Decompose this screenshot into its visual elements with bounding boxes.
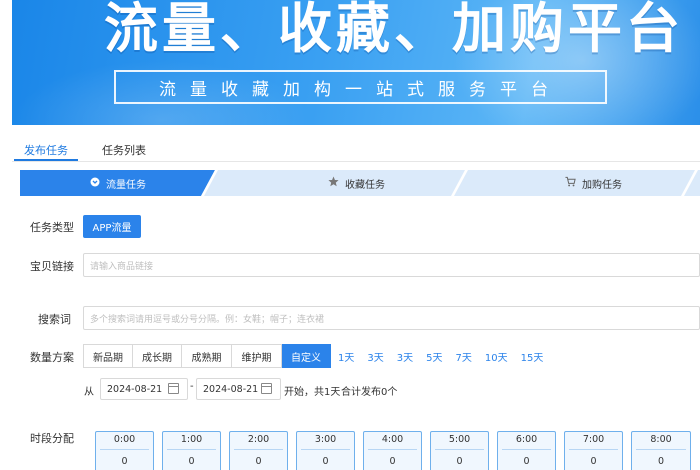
slot-time: 2:00	[247, 434, 270, 445]
keyword-input[interactable]: 多个搜索词请用逗号或分号分隔。例：女鞋；帽子；连衣裙	[83, 306, 700, 330]
step-traffic-task[interactable]: 流量任务	[90, 170, 146, 196]
plan-maintenance[interactable]: 维护期	[232, 344, 282, 368]
time-slot[interactable]: 1:00 0	[162, 431, 221, 470]
slot-divider	[636, 449, 686, 450]
plan-mature[interactable]: 成熟期	[182, 344, 232, 368]
plan-custom[interactable]: 自定义	[282, 344, 331, 368]
slot-divider	[368, 449, 417, 450]
banner-title: 流量、收藏、加购平台	[104, 0, 684, 60]
product-link-label: 宝贝链接	[30, 260, 74, 273]
slot-time: 8:00	[650, 434, 672, 445]
time-slot[interactable]: 4:00 0	[363, 431, 422, 470]
day-option[interactable]: 3天	[397, 349, 413, 364]
cart-icon	[565, 176, 576, 190]
slot-divider	[167, 449, 216, 450]
active-tab-indicator	[14, 159, 78, 161]
slot-time: 5:00	[448, 434, 471, 445]
task-step-bar: 流量任务 收藏任务 加购任务	[20, 170, 700, 196]
slot-value: 0	[590, 456, 597, 467]
time-slot[interactable]: 3:00 0	[296, 431, 355, 470]
time-slot[interactable]: 5:00 0	[430, 431, 489, 470]
start-date-value: 2024-08-21	[107, 383, 163, 395]
duration-summary: 开始，共1天	[284, 387, 341, 398]
slot-divider	[100, 449, 149, 450]
from-label: 从	[84, 387, 94, 398]
slot-value: 0	[322, 456, 329, 467]
end-date-picker[interactable]: 2024-08-21	[196, 378, 281, 400]
day-option[interactable]: 7天	[456, 349, 472, 364]
time-slot[interactable]: 6:00 0	[497, 431, 556, 470]
day-option[interactable]: 10天	[485, 349, 508, 364]
slot-time: 1:00	[180, 434, 203, 445]
task-type-label: 任务类型	[30, 221, 74, 234]
time-slot[interactable]: 7:00 0	[564, 431, 623, 470]
slot-divider	[234, 449, 283, 450]
date-range-separator: -	[190, 381, 194, 392]
slot-divider	[435, 449, 484, 450]
slot-value: 0	[389, 456, 396, 467]
time-allocation-label: 时段分配	[30, 432, 74, 445]
step-label: 收藏任务	[345, 179, 385, 191]
slot-value: 0	[456, 456, 463, 467]
slot-time: 4:00	[381, 434, 404, 445]
plan-new-product[interactable]: 新品期	[83, 344, 133, 368]
day-shortcuts: 1天 3天 3天 5天 7天 10天 15天	[338, 349, 556, 364]
step-cart-task[interactable]: 加购任务	[565, 170, 622, 196]
time-slot[interactable]: 8:00 0	[631, 431, 691, 470]
app-traffic-button[interactable]: APP流量	[83, 215, 141, 238]
slot-value: 0	[255, 456, 262, 467]
step-label: 加购任务	[582, 179, 622, 191]
slot-value: 0	[657, 456, 665, 467]
slot-time: 3:00	[314, 434, 337, 445]
star-icon	[328, 176, 339, 190]
banner-subtitle: 流量收藏加构一站式服务平台	[114, 70, 607, 104]
chevron-down-circle-icon	[90, 177, 100, 190]
plan-growth[interactable]: 成长期	[133, 344, 182, 368]
tab-bar: 发布任务 任务列表	[12, 136, 700, 162]
quantity-plan-label: 数量方案	[30, 351, 74, 364]
calendar-icon	[261, 383, 272, 394]
end-date-value: 2024-08-21	[203, 383, 259, 395]
slot-time: 6:00	[515, 434, 538, 445]
step-label: 流量任务	[106, 179, 146, 191]
calendar-icon	[168, 383, 179, 394]
slot-divider	[301, 449, 350, 450]
tab-publish-task[interactable]: 发布任务	[24, 142, 68, 158]
keyword-label: 搜索词	[38, 313, 71, 326]
time-slot[interactable]: 0:00 0	[95, 431, 154, 470]
slot-time: 0:00	[113, 434, 136, 445]
tab-task-list[interactable]: 任务列表	[102, 142, 146, 158]
quantity-plan-group: 新品期 成长期 成熟期 维护期 自定义	[83, 344, 331, 368]
day-option[interactable]: 5天	[426, 349, 442, 364]
day-option[interactable]: 15天	[521, 349, 544, 364]
slot-divider	[502, 449, 551, 450]
time-slot[interactable]: 2:00 0	[229, 431, 288, 470]
slot-value: 0	[121, 456, 128, 467]
day-option[interactable]: 1天	[338, 349, 354, 364]
step-favorite-task[interactable]: 收藏任务	[328, 170, 385, 196]
total-summary: 合计发布0个	[341, 387, 398, 398]
slot-divider	[569, 449, 618, 450]
header-banner: 流量、收藏、加购平台 流量收藏加构一站式服务平台	[12, 0, 700, 125]
slot-time: 7:00	[582, 434, 605, 445]
product-link-input[interactable]: 请输入商品链接	[83, 253, 700, 277]
start-date-picker[interactable]: 2024-08-21	[100, 378, 188, 400]
slot-value: 0	[523, 456, 530, 467]
slot-value: 0	[188, 456, 195, 467]
day-option[interactable]: 3天	[367, 349, 383, 364]
